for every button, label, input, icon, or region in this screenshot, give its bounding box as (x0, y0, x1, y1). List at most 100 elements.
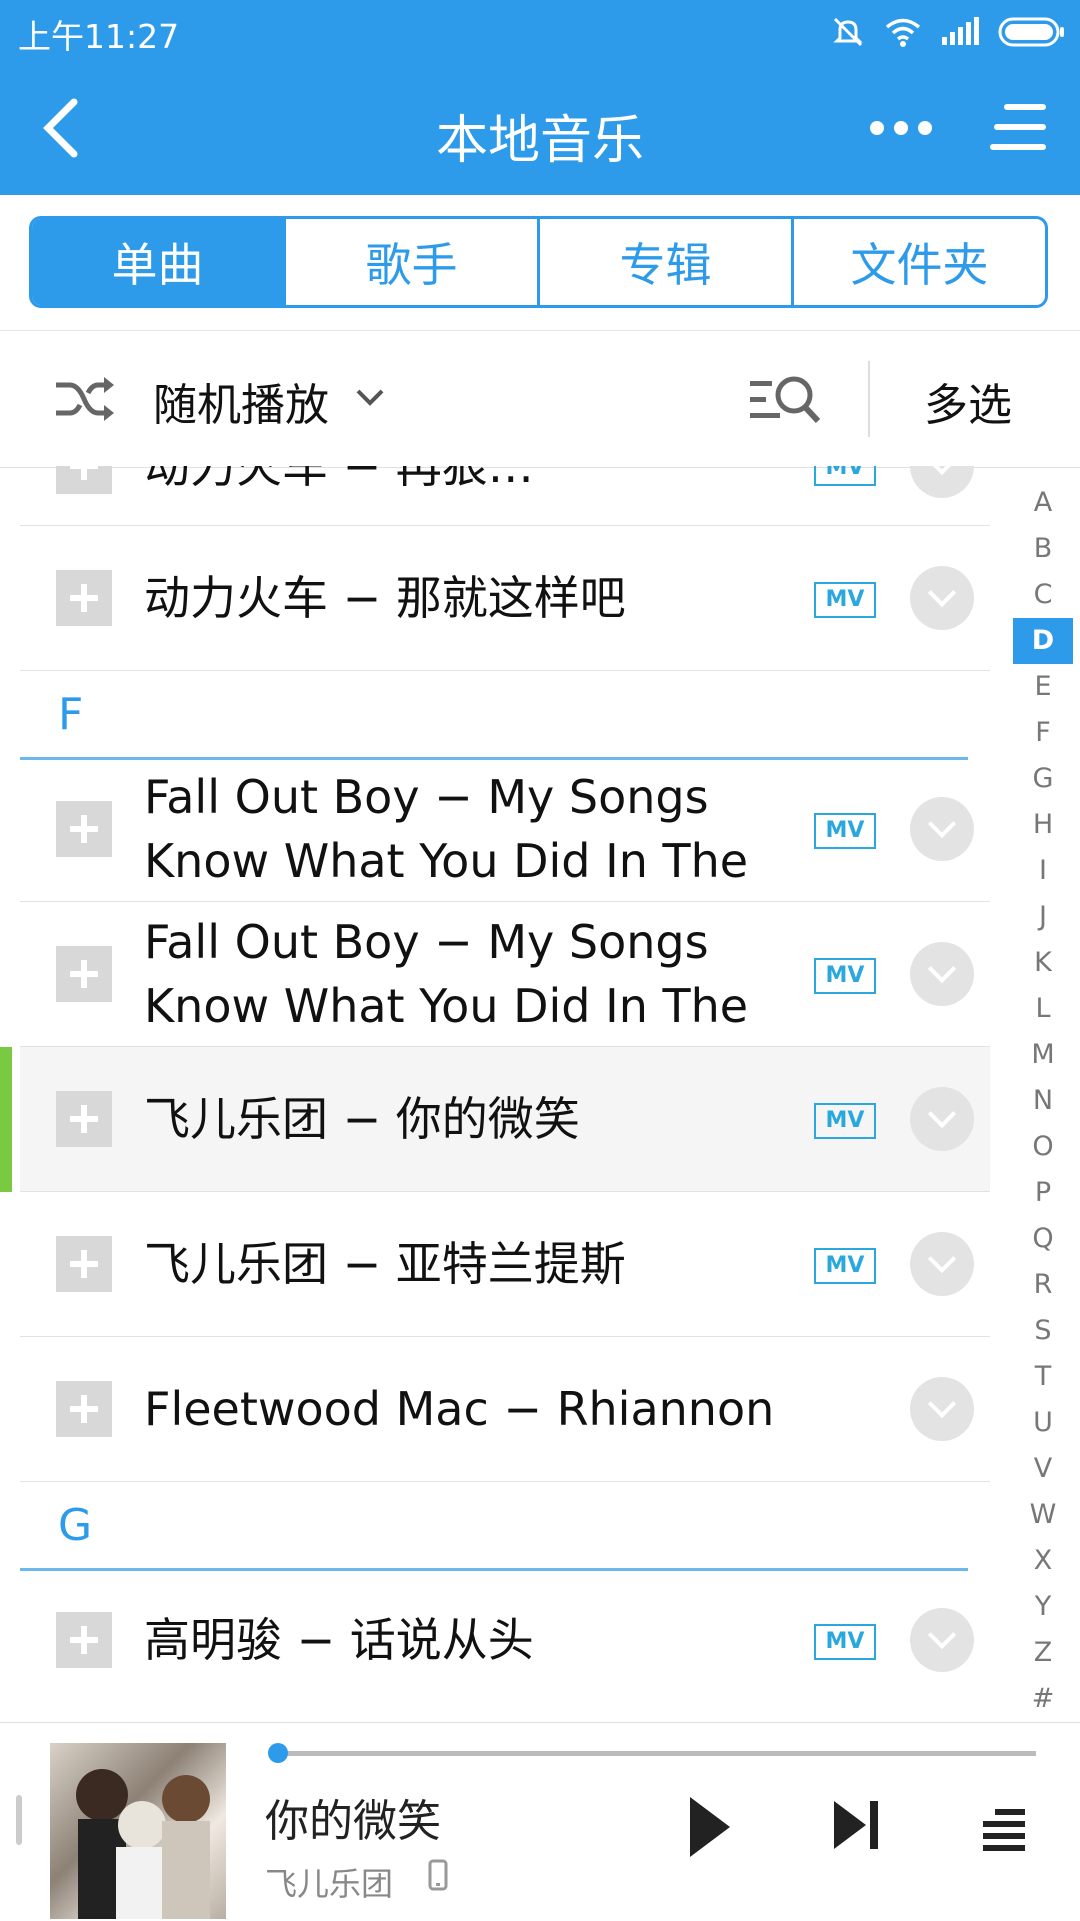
add-icon[interactable] (56, 466, 112, 494)
index-letter[interactable]: S (1013, 1308, 1073, 1354)
add-icon[interactable] (56, 1381, 112, 1437)
index-letter[interactable]: P (1013, 1170, 1073, 1216)
index-letter[interactable]: Y (1013, 1584, 1073, 1630)
index-letter[interactable]: H (1013, 802, 1073, 848)
song-list: 动力火车 − 再狠… MV 动力火车 − 那就这样吧 MV F Fall Out… (0, 466, 1080, 1706)
index-letter[interactable]: O (1013, 1124, 1073, 1170)
battery-icon (998, 17, 1064, 47)
index-letter[interactable]: W (1013, 1492, 1073, 1538)
album-art[interactable] (50, 1743, 226, 1919)
index-letter[interactable]: K (1013, 940, 1073, 986)
alphabet-index[interactable]: A B C D E F G H I J K L M N O P Q R S T … (1013, 480, 1073, 1722)
section-letter: G (58, 1500, 93, 1551)
add-icon[interactable] (56, 801, 112, 857)
index-letter[interactable]: G (1013, 756, 1073, 802)
expand-chevron-icon[interactable] (910, 942, 974, 1006)
tab-albums[interactable]: 专辑 (537, 219, 791, 305)
shuffle-icon[interactable] (54, 375, 116, 423)
list-item[interactable]: Fall Out Boy − My Songs Know What You Di… (20, 757, 990, 902)
now-playing-marker (0, 1047, 12, 1192)
mini-player[interactable]: 你的微笑 飞儿乐团 (0, 1722, 1080, 1921)
index-letter[interactable]: Z (1013, 1630, 1073, 1676)
wifi-icon (885, 18, 921, 47)
progress-thumb[interactable] (268, 1743, 288, 1763)
expand-chevron-icon[interactable] (910, 566, 974, 630)
index-letter[interactable]: N (1013, 1078, 1073, 1124)
drag-handle[interactable] (16, 1795, 22, 1845)
list-item[interactable]: 飞儿乐团 − 你的微笑 MV (20, 1047, 990, 1192)
add-icon[interactable] (56, 1612, 112, 1668)
play-mode-label[interactable]: 随机播放 (153, 369, 329, 433)
playlist-icon[interactable] (983, 1809, 1027, 1851)
list-item[interactable]: 动力火车 − 那就这样吧 MV (20, 526, 990, 671)
add-icon[interactable] (56, 946, 112, 1002)
search-list-icon[interactable] (748, 371, 822, 427)
add-icon[interactable] (56, 1236, 112, 1292)
song-title: 动力火车 − 那就这样吧 (144, 571, 626, 625)
song-title: Fall Out Boy − My Songs Know What You Di… (144, 915, 749, 1033)
menu-icon[interactable] (990, 102, 1048, 152)
section-letter: F (58, 689, 84, 740)
now-playing-title[interactable]: 你的微笑 (265, 1785, 441, 1849)
mv-badge[interactable]: MV (814, 1248, 876, 1284)
multi-select-button[interactable]: 多选 (924, 369, 1012, 433)
list-item[interactable]: Fall Out Boy − My Songs Know What You Di… (20, 902, 990, 1047)
index-letter-active[interactable]: D (1013, 618, 1073, 664)
expand-chevron-icon[interactable] (910, 1377, 974, 1441)
local-device-icon (428, 1859, 448, 1891)
mv-badge[interactable]: MV (814, 466, 876, 486)
mv-badge[interactable]: MV (814, 1103, 876, 1139)
expand-chevron-icon[interactable] (910, 1608, 974, 1672)
index-letter[interactable]: A (1013, 480, 1073, 526)
album-art-image (76, 1769, 210, 1919)
index-letter[interactable]: C (1013, 572, 1073, 618)
chevron-down-icon[interactable] (355, 387, 385, 407)
song-title: 飞儿乐团 − 亚特兰提斯 (144, 1237, 626, 1291)
progress-track[interactable] (278, 1751, 1036, 1756)
song-title: Fleetwood Mac − Rhiannon (144, 1382, 775, 1436)
status-time: 上午11:27 (18, 17, 180, 56)
index-letter[interactable]: I (1013, 848, 1073, 894)
list-item[interactable]: 高明骏 − 话说从头 MV (20, 1568, 990, 1706)
mv-badge[interactable]: MV (814, 582, 876, 618)
index-letter[interactable]: J (1013, 894, 1073, 940)
top-app-bar: 上午11:27 本地音乐 (0, 0, 1080, 195)
next-track-icon[interactable] (832, 1799, 880, 1851)
index-letter[interactable]: X (1013, 1538, 1073, 1584)
signal-icon (942, 17, 979, 45)
index-letter[interactable]: R (1013, 1262, 1073, 1308)
expand-chevron-icon[interactable] (910, 1232, 974, 1296)
index-letter[interactable]: F (1013, 710, 1073, 756)
mv-badge[interactable]: MV (814, 1624, 876, 1660)
list-item[interactable]: 动力火车 − 再狠… MV (20, 466, 990, 526)
expand-chevron-icon[interactable] (910, 1087, 974, 1151)
mute-icon (833, 17, 863, 47)
mv-badge[interactable]: MV (814, 958, 876, 994)
index-letter[interactable]: L (1013, 986, 1073, 1032)
index-letter[interactable]: T (1013, 1354, 1073, 1400)
list-item[interactable]: Fleetwood Mac − Rhiannon (20, 1337, 990, 1482)
add-icon[interactable] (56, 1091, 112, 1147)
now-playing-artist[interactable]: 飞儿乐团 (265, 1859, 393, 1905)
index-letter[interactable]: M (1013, 1032, 1073, 1078)
tab-folders[interactable]: 文件夹 (791, 219, 1045, 305)
song-title: 动力火车 − 再狠… (144, 466, 534, 493)
tab-artists[interactable]: 歌手 (283, 219, 537, 305)
expand-chevron-icon[interactable] (910, 797, 974, 861)
status-icons (830, 12, 1066, 52)
more-dots-icon[interactable] (868, 116, 934, 140)
index-letter[interactable]: V (1013, 1446, 1073, 1492)
index-letter[interactable]: # (1013, 1676, 1073, 1722)
index-letter[interactable]: U (1013, 1400, 1073, 1446)
expand-chevron-icon[interactable] (910, 466, 974, 498)
play-icon[interactable] (686, 1793, 734, 1861)
index-letter[interactable]: B (1013, 526, 1073, 572)
controls-divider (868, 361, 870, 437)
song-title: 飞儿乐团 − 你的微笑 (144, 1092, 580, 1146)
add-icon[interactable] (56, 570, 112, 626)
mv-badge[interactable]: MV (814, 813, 876, 849)
list-item[interactable]: 飞儿乐团 − 亚特兰提斯 MV (20, 1192, 990, 1337)
index-letter[interactable]: E (1013, 664, 1073, 710)
tab-songs[interactable]: 单曲 (32, 219, 283, 305)
index-letter[interactable]: Q (1013, 1216, 1073, 1262)
